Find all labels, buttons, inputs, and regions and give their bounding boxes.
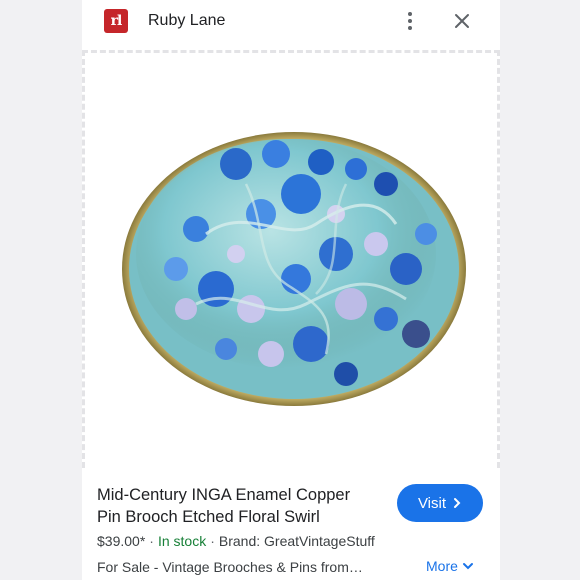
close-icon[interactable]	[452, 10, 472, 32]
more-options-icon[interactable]	[400, 10, 420, 32]
product-title[interactable]: Mid-Century INGA Enamel Copper Pin Brooc…	[97, 484, 377, 528]
background-left	[0, 0, 82, 580]
visit-button-label: Visit	[417, 494, 447, 512]
image-frame-top	[82, 50, 500, 53]
enamel-brooch-image	[122, 132, 466, 406]
price: $39.00*	[97, 533, 146, 549]
background-right	[500, 0, 580, 580]
site-logo[interactable]: rl	[104, 9, 128, 33]
more-button[interactable]: More	[426, 558, 474, 574]
result-panel: rl Ruby Lane Mid-Century INGA Enamel Cop…	[82, 0, 500, 580]
chevron-down-icon	[462, 563, 473, 570]
chevron-right-icon	[454, 498, 461, 508]
product-meta: $39.00* · In stock · Brand: GreatVintageStuf…	[97, 533, 375, 549]
product-image[interactable]	[86, 54, 496, 464]
visit-button[interactable]: Visit	[397, 484, 483, 522]
more-button-label: More	[426, 558, 458, 574]
stock-status: In stock	[157, 533, 207, 549]
image-frame-right	[497, 50, 500, 468]
result-info: Mid-Century INGA Enamel Copper Pin Brooc…	[82, 468, 500, 580]
panel-header: rl Ruby Lane	[82, 0, 500, 48]
product-category: For Sale - Vintage Brooches & Pins from…	[97, 559, 363, 575]
site-name[interactable]: Ruby Lane	[148, 12, 225, 30]
brand: Brand: GreatVintageStuff	[218, 533, 375, 549]
image-frame-left	[82, 50, 85, 468]
